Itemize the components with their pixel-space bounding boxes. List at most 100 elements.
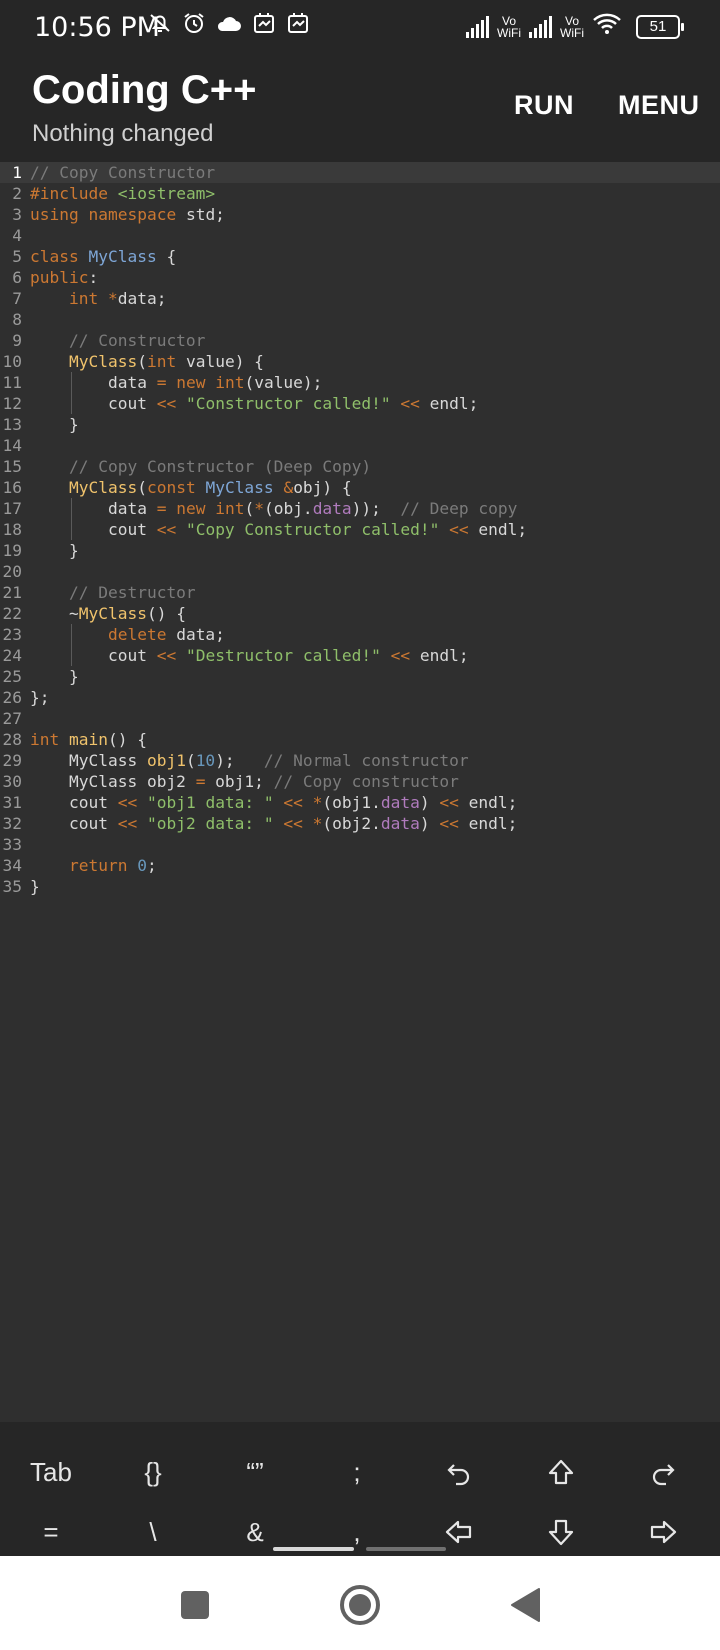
line-number: 7 bbox=[12, 289, 22, 308]
line-number: 28 bbox=[2, 730, 23, 749]
equals-key-label: = bbox=[43, 1516, 59, 1547]
redo-key[interactable] bbox=[612, 1442, 714, 1502]
tab-key[interactable]: Tab bbox=[0, 1442, 102, 1502]
code-line[interactable]: 6 public: bbox=[0, 267, 720, 288]
code-line[interactable]: 31 cout << "obj1 data: " << *(obj1.data)… bbox=[0, 792, 720, 813]
code-line[interactable]: 27 bbox=[0, 708, 720, 729]
code-line[interactable]: 9 // Constructor bbox=[0, 330, 720, 351]
code-line[interactable]: 2 #include <iostream> bbox=[0, 183, 720, 204]
arrow-right-key[interactable] bbox=[612, 1502, 714, 1562]
arrow-left-key[interactable] bbox=[408, 1502, 510, 1562]
code-line[interactable]: 3 using namespace std; bbox=[0, 204, 720, 225]
code-line[interactable]: 5 class MyClass { bbox=[0, 246, 720, 267]
code-editor[interactable]: 1 // Copy Constructor 2 #include <iostream>… bbox=[0, 162, 720, 1422]
line-number: 23 bbox=[2, 625, 23, 644]
line-number: 10 bbox=[2, 352, 23, 371]
backslash-key[interactable]: \ bbox=[102, 1502, 204, 1562]
code-line[interactable]: 34 return 0; bbox=[0, 855, 720, 876]
line-number: 22 bbox=[2, 604, 23, 623]
code-text: MyClass(int value) { bbox=[68, 352, 264, 371]
braces-key[interactable]: {} bbox=[102, 1442, 204, 1502]
code-line[interactable]: 4 bbox=[0, 225, 720, 246]
code-text: // Copy Constructor bbox=[30, 163, 216, 182]
code-line[interactable]: 29 MyClass obj1(10); // Normal construct… bbox=[0, 750, 720, 771]
line-number: 1 bbox=[12, 163, 22, 182]
code-line[interactable]: 11 data = new int(value); bbox=[0, 372, 720, 393]
code-line[interactable]: 19 } bbox=[0, 540, 720, 561]
status-time: 10:56 PM bbox=[34, 12, 160, 43]
code-text: } bbox=[30, 667, 79, 686]
status-bar: 10:56 PM Vo WiFi Vo WiFi 51 bbox=[0, 0, 720, 54]
back-button[interactable] bbox=[500, 1580, 550, 1630]
code-line[interactable]: 35} bbox=[0, 876, 720, 897]
cloud-icon bbox=[216, 12, 242, 42]
ampersand-key-label: & bbox=[246, 1516, 264, 1547]
code-line[interactable]: 13 } bbox=[0, 414, 720, 435]
code-line[interactable]: 30 MyClass obj2 = obj1; // Copy construc… bbox=[0, 771, 720, 792]
code-text: MyClass obj1(10); // Normal constructor bbox=[30, 751, 469, 770]
semicolon-key[interactable]: ; bbox=[306, 1442, 408, 1502]
code-line[interactable]: 7 int *data; bbox=[0, 288, 720, 309]
ampersand-key[interactable]: & bbox=[204, 1502, 306, 1562]
status-left-icons bbox=[148, 11, 310, 43]
status-right-icons: Vo WiFi Vo WiFi 51 bbox=[466, 11, 684, 43]
code-line[interactable]: 16 MyClass(const MyClass &obj) { bbox=[0, 477, 720, 498]
line-number: 6 bbox=[12, 268, 22, 287]
backslash-key-label: \ bbox=[149, 1516, 157, 1547]
menu-button[interactable]: MENU bbox=[618, 90, 700, 121]
line-number: 30 bbox=[2, 772, 23, 791]
line-number: 8 bbox=[12, 310, 22, 329]
code-line[interactable]: 18 cout << "Copy Constructor called!" <<… bbox=[0, 519, 720, 540]
code-line[interactable]: 24 cout << "Destructor called!" << endl; bbox=[0, 645, 720, 666]
line-number: 27 bbox=[2, 709, 23, 728]
comma-key[interactable]: , bbox=[306, 1502, 408, 1562]
line-number: 18 bbox=[2, 520, 23, 539]
navigation-bar bbox=[0, 1556, 720, 1650]
line-number: 35 bbox=[2, 877, 23, 896]
signal-icon bbox=[529, 16, 552, 38]
line-number: 21 bbox=[2, 583, 23, 602]
home-button[interactable] bbox=[335, 1580, 385, 1630]
comma-key-label: , bbox=[353, 1516, 361, 1547]
code-line[interactable]: 28 int main() { bbox=[0, 729, 720, 750]
code-line[interactable]: 1 // Copy Constructor bbox=[0, 162, 720, 183]
run-button[interactable]: RUN bbox=[514, 90, 574, 121]
code-line[interactable]: 8 bbox=[0, 309, 720, 330]
line-number: 15 bbox=[2, 457, 23, 476]
line-number: 2 bbox=[12, 184, 22, 203]
app-title: Coding C++ bbox=[32, 68, 257, 112]
line-number: 4 bbox=[12, 226, 22, 245]
code-line[interactable]: 20 bbox=[0, 561, 720, 582]
code-line[interactable]: 12 cout << "Constructor called!" << endl… bbox=[0, 393, 720, 414]
wifi-icon bbox=[592, 11, 622, 43]
code-line[interactable]: 22 ~MyClass() { bbox=[0, 603, 720, 624]
code-line[interactable]: 23 delete data; bbox=[0, 624, 720, 645]
arrow-down-key[interactable] bbox=[510, 1502, 612, 1562]
redo-icon bbox=[652, 1464, 675, 1486]
code-line[interactable]: 32 cout << "obj2 data: " << *(obj2.data)… bbox=[0, 813, 720, 834]
recents-button[interactable] bbox=[170, 1580, 220, 1630]
line-number: 33 bbox=[2, 835, 23, 854]
code-line[interactable]: 33 bbox=[0, 834, 720, 855]
code-line[interactable]: 14 bbox=[0, 435, 720, 456]
code-line[interactable]: 26}; bbox=[0, 687, 720, 708]
undo-key[interactable] bbox=[408, 1442, 510, 1502]
line-number: 24 bbox=[2, 646, 23, 665]
code-line[interactable]: 25 } bbox=[0, 666, 720, 687]
shift-key[interactable] bbox=[510, 1442, 612, 1502]
line-number: 17 bbox=[2, 499, 23, 518]
code-line[interactable]: 10 MyClass(int value) { bbox=[0, 351, 720, 372]
quotes-key[interactable]: “” bbox=[204, 1442, 306, 1502]
indent-guide bbox=[71, 372, 72, 414]
undo-icon bbox=[447, 1464, 470, 1486]
equals-key[interactable]: = bbox=[0, 1502, 102, 1562]
code-line[interactable]: 15 // Copy Constructor (Deep Copy) bbox=[0, 456, 720, 477]
line-number: 5 bbox=[12, 247, 22, 266]
back-icon bbox=[511, 1588, 540, 1622]
code-text: MyClass obj2 = obj1; // Copy constructor bbox=[30, 772, 459, 791]
code-text: #include <iostream> bbox=[30, 184, 216, 203]
code-text: // Destructor bbox=[68, 583, 196, 602]
code-line[interactable]: 17 data = new int(*(obj.data)); // Deep … bbox=[0, 498, 720, 519]
code-line[interactable]: 21 // Destructor bbox=[0, 582, 720, 603]
app-notification-icon bbox=[286, 11, 310, 43]
